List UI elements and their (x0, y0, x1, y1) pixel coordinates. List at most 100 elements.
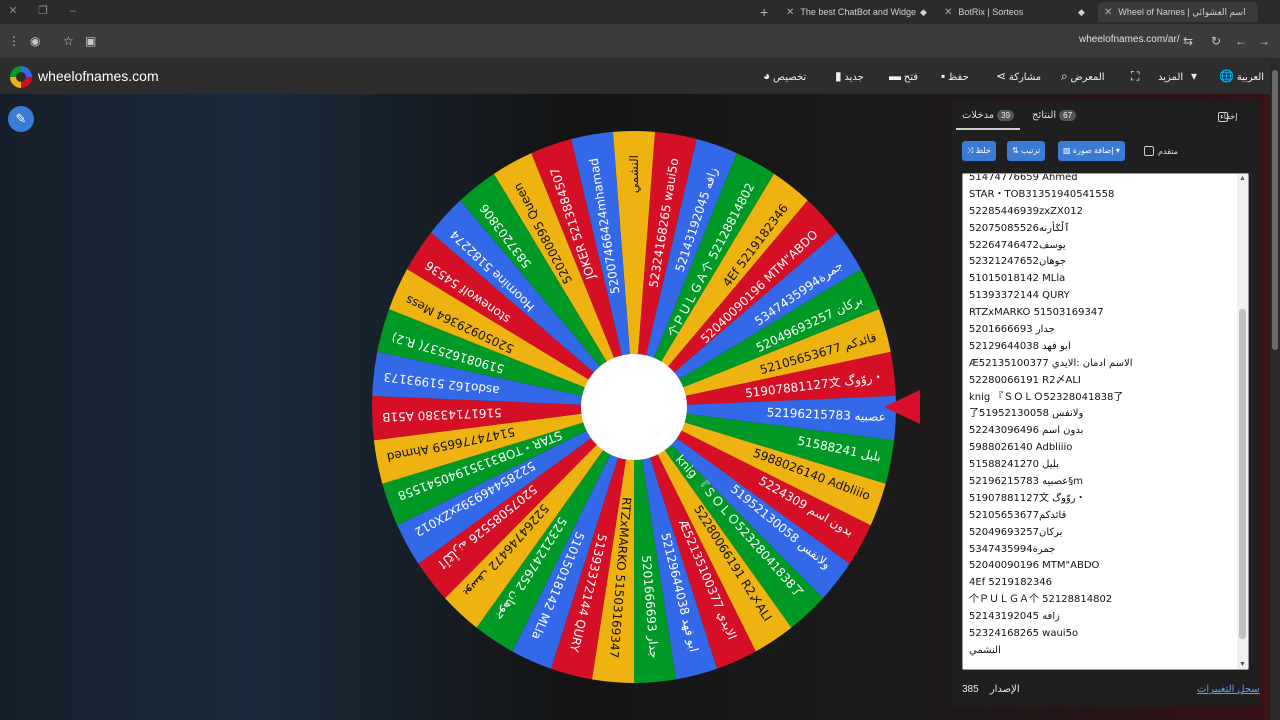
entry-line: 52040090196 MTM"ABDO (969, 560, 1100, 572)
shuffle-button[interactable]: ⤨ خلط (962, 141, 996, 161)
entry-line: زافه 52143192045 (969, 611, 1060, 623)
tab-entries[interactable]: مدخلات 39 (962, 110, 1015, 121)
entry-line: STAR・TOB31351940541558 (969, 188, 1115, 200)
url-field[interactable]: wheelofnames.com/ar/ (1079, 34, 1180, 45)
active-tab-indicator (956, 128, 1020, 130)
changelog-link[interactable]: سجل التغييرات (1197, 684, 1260, 695)
search-icon: ⌕ (1061, 69, 1068, 83)
entry-line: 了51952130058 ولانفس (969, 408, 1084, 420)
wheel-pointer-icon (884, 390, 920, 424)
hide-checkbox[interactable] (1218, 112, 1228, 122)
wheel-segment-label: النشمي (627, 155, 641, 193)
add-image-dropdown[interactable]: ▨ إضافة صورة ▾ (1058, 141, 1125, 161)
entry-line: 51907881127文 روّوگ・ (969, 492, 1086, 504)
tab-results[interactable]: النتائج 67 (1032, 110, 1077, 121)
entry-line: 个ＰＵＬＧＡ个 52128814802 (969, 594, 1113, 606)
textarea-scrollbar[interactable]: ▲ ▼ (1237, 174, 1248, 669)
entry-line: جدار 5201666693 (969, 324, 1055, 336)
folder-icon: ▬ (889, 69, 901, 83)
entry-line: 5988026140 Adbliiio (969, 442, 1073, 454)
brand-name[interactable]: wheelofnames.com (38, 68, 159, 84)
entry-line: 51015018142 MLla (969, 273, 1066, 285)
minimize-window-icon[interactable]: – (66, 4, 80, 18)
share-button[interactable]: ⋖ مشاركة (991, 69, 1041, 83)
entry-line: ابو فهد 52129644038 (969, 340, 1071, 352)
back-icon[interactable]: → (1258, 33, 1270, 49)
shuffle-icon: ⤨ (967, 146, 974, 155)
entry-line: Æ52135100377 الاسم ادمان :الايدي (969, 357, 1133, 369)
entry-line: 52285446939zxZX012 (969, 205, 1083, 217)
spinning-wheel[interactable]: النشمي 52324168265 waui5o52143192045 زافه… (372, 130, 896, 683)
image-icon: ▨ (1063, 146, 1071, 155)
entry-line: قائدكم52105653677 (969, 509, 1067, 521)
new-tab-button[interactable]: + (760, 2, 768, 22)
caret-down-icon: ▾ (1115, 146, 1120, 155)
close-tab-icon[interactable]: ✕ (1104, 7, 1112, 18)
forward-icon[interactable]: ← (1235, 33, 1247, 49)
edit-pencil-icon[interactable]: ✎ (8, 106, 34, 132)
language-dropdown[interactable]: 🌐 العربية (1214, 69, 1264, 83)
gallery-button[interactable]: ⌕ المعرض (1056, 69, 1105, 84)
close-tab-icon[interactable]: ✕ (944, 7, 952, 18)
fullscreen-button[interactable]: ⛶ (1126, 69, 1139, 84)
extension-icon[interactable]: ▣ (85, 33, 96, 49)
tab-botrix[interactable]: ✕ BotRix | Sorteos (944, 2, 1064, 22)
entry-line: النشمي (969, 644, 1001, 656)
version-info: 385 الإصدار (962, 684, 1020, 695)
profile-icon[interactable]: ◉ (30, 33, 40, 49)
entry-line: بدون اسم 52243096496 (969, 425, 1084, 437)
document-icon: ▮ (835, 69, 842, 83)
page-scrollbar[interactable] (1270, 58, 1280, 720)
entries-list: 51474776659 Ahmed STAR・TOB31351940541558 5… (969, 173, 1234, 660)
entry-line: 51393372144 QURY (969, 290, 1070, 302)
entry-line: ٱڵػأرنه52075085526 (969, 222, 1070, 234)
entry-line: جمرة5347435994 (969, 543, 1056, 555)
scroll-down-icon[interactable]: ▼ (1239, 661, 1246, 668)
bookmark-star-icon[interactable]: ☆ (63, 33, 74, 49)
close-window-icon[interactable]: ✕ (6, 4, 20, 18)
share-icon: ⋖ (996, 69, 1007, 83)
site-settings-icon[interactable]: ⇆ (1183, 33, 1193, 49)
restore-window-icon[interactable]: ❐ (36, 4, 50, 18)
new-button[interactable]: ▮ جديد (830, 69, 864, 83)
globe-icon: 🌐 (1219, 69, 1234, 83)
sort-button[interactable]: ⇅ ترتيب (1007, 141, 1046, 161)
entry-line: 51474776659 Ahmed (969, 173, 1078, 183)
entry-line: 52324168265 waui5o (969, 628, 1079, 640)
entry-line: بليل 51588241270 (969, 459, 1059, 471)
entries-textarea[interactable]: 51474776659 Ahmed STAR・TOB31351940541558 5… (962, 173, 1249, 670)
textarea-scrollbar-thumb[interactable] (1239, 309, 1246, 639)
fullscreen-icon: ⛶ (1131, 69, 1140, 83)
entry-line: 52280066191 R2〆ALI (969, 374, 1081, 386)
scroll-up-icon[interactable]: ▲ (1239, 175, 1246, 182)
tab-chatbot[interactable]: ✕ The best ChatBot and Widgets (786, 2, 916, 22)
tab-wheel-of-names[interactable]: ✕ Wheel of Names | اسم العشوائي (1098, 2, 1258, 22)
floppy-icon: ▪ (941, 69, 946, 83)
menu-dots-icon[interactable]: ⋮ (8, 33, 20, 49)
customize-button[interactable]: ◕ تخصيص (758, 69, 806, 83)
page-scrollbar-thumb[interactable] (1272, 70, 1278, 350)
reload-icon[interactable]: ↻ (1211, 33, 1221, 49)
entries-count-badge: 39 (997, 110, 1015, 121)
open-button[interactable]: ▬ فتح (884, 69, 918, 83)
tab-favicon-icon: ◆ (920, 7, 927, 17)
sort-icon: ⇅ (1012, 146, 1019, 155)
entry-line: RTZxMARKO 51503169347 (969, 307, 1104, 319)
address-bar: ⋮ ◉ ☆ ▣ wheelofnames.com/ar/ ⇆ ↻ ← → (0, 24, 1280, 58)
entry-line: 52196215783 عصبيه§m (969, 476, 1083, 488)
wheel-center-hub[interactable] (581, 354, 687, 460)
results-count-badge: 67 (1059, 110, 1077, 121)
close-tab-icon[interactable]: ✕ (786, 7, 794, 18)
entry-line: بركان52049693257 (969, 526, 1063, 538)
advanced-checkbox[interactable] (1144, 146, 1154, 156)
save-button[interactable]: ▪ حفظ (936, 69, 969, 83)
tab-favicon-icon: ◆ (1078, 7, 1085, 17)
wheel-logo-icon[interactable] (10, 66, 32, 88)
more-dropdown[interactable]: المزيد ▾ (1158, 69, 1197, 83)
entries-panel: مدخلات 39 النتائج 67 إخفاء ⤨ خلط ⇅ ترتيب ▨… (952, 100, 1260, 706)
entry-line: 4Ef 5219182346 (969, 577, 1053, 589)
browser-tab-bar: ✕ ❐ – + ✕ The best ChatBot and Widgets ◆ … (0, 0, 1280, 24)
caret-down-icon: ▾ (1190, 69, 1197, 83)
app-header: wheelofnames.com ◕ تخصيص ▮ جديد ▬ فتح ▪ … (0, 58, 1270, 94)
entry-line: knig 『ＳＯＬＯ52328041838了 (969, 391, 1124, 403)
